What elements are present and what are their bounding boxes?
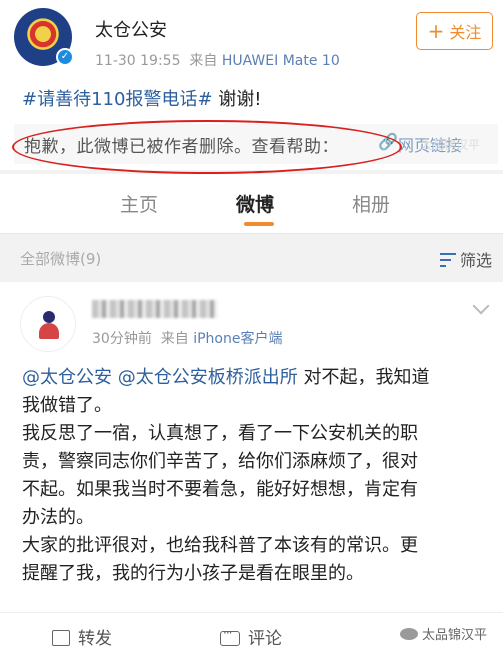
text-line: 提醒了我，我的行为小孩子是看在眼里的。 xyxy=(22,563,364,584)
original-post-card: ✓ 太仓公安 11-30 19:55 来自 HUAWEI Mate 10 + 关… xyxy=(0,0,503,174)
link-icon: 🔗 xyxy=(378,132,398,151)
user-avatar[interactable] xyxy=(20,296,76,352)
tab-home[interactable]: 主页 xyxy=(120,190,158,217)
repost-icon xyxy=(52,630,70,646)
post-time: 11-30 19:55 xyxy=(95,53,181,69)
filter-label: 筛选 xyxy=(460,251,493,270)
repost-button[interactable]: 转发 xyxy=(52,624,112,649)
all-weibo-count: 全部微博(9) xyxy=(20,250,102,268)
chevron-down-icon[interactable] xyxy=(472,297,490,315)
deleted-notice: 抱歉，此微博已被作者删除。查看帮助： xyxy=(24,137,339,157)
plus-icon: + xyxy=(427,19,445,43)
watermark-bottom: 太品锦汉平 xyxy=(400,624,487,643)
comment-icon xyxy=(220,626,240,646)
text-line: 不起。如果我当时不要着急，能好好想想，肯定有 xyxy=(22,479,418,500)
profile-tabs: 主页 微博 相册 xyxy=(0,174,503,234)
action-bar: 转发 评论 太品锦汉平 xyxy=(0,612,503,658)
watermark-top: 太品锦汉平 xyxy=(420,138,481,152)
active-tab-indicator xyxy=(244,222,274,226)
source-prefix: 来自 xyxy=(189,53,218,69)
text-line: 办法的。 xyxy=(22,507,94,528)
filter-icon xyxy=(440,253,456,267)
tab-album[interactable]: 相册 xyxy=(352,190,390,217)
apology-post-card: 30分钟前 来自 iPhone客户端 @太仓公安 @太仓公安板桥派出所 对不起，… xyxy=(0,282,503,658)
repost-label: 转发 xyxy=(78,629,112,649)
comment-button[interactable]: 评论 xyxy=(220,624,282,649)
follow-button[interactable]: + 关注 xyxy=(416,12,493,50)
tab-weibo[interactable]: 微博 xyxy=(236,190,274,217)
follow-label: 关注 xyxy=(449,23,482,42)
avatar-body-shape xyxy=(39,323,59,339)
repost-source-prefix: 来自 xyxy=(160,331,189,347)
mention-link[interactable]: @太仓公安 xyxy=(22,367,112,388)
repost-device: iPhone客户端 xyxy=(193,331,283,347)
repost-text: @太仓公安 @太仓公安板桥派出所 对不起，我知道 我做错了。 我反思了一宿，认真… xyxy=(22,364,492,588)
text-line: @太仓公安 @太仓公安板桥派出所 对不起，我知道 xyxy=(22,364,492,392)
blurred-username[interactable] xyxy=(92,300,217,318)
text-segment: 对不起，我知道 xyxy=(297,367,430,388)
text-line: 我反思了一宿，认真想了，看了一下公安机关的职 xyxy=(22,423,418,444)
filter-button[interactable]: 筛选 xyxy=(440,247,492,271)
text-line: 我做错了。 xyxy=(22,395,112,416)
comment-label: 评论 xyxy=(248,629,282,649)
post-body: 谢谢! xyxy=(212,89,262,110)
post-text: #请善待110报警电话# 谢谢! xyxy=(22,85,261,111)
hashtag-link[interactable]: #请善待110报警电话# xyxy=(22,89,213,110)
wechat-logo-icon xyxy=(400,628,418,640)
avatar-head-shape xyxy=(43,311,55,323)
post-meta: 11-30 19:55 来自 HUAWEI Mate 10 xyxy=(95,50,340,70)
text-line: 责，警察同志你们辛苦了，给你们添麻烦了，很对 xyxy=(22,451,418,472)
filter-bar: 全部微博(9) 筛选 xyxy=(0,236,503,280)
verified-badge-icon: ✓ xyxy=(56,48,74,66)
repost-time: 30分钟前 xyxy=(92,331,152,347)
text-line: 大家的批评很对，也给我科普了本该有的常识。更 xyxy=(22,535,418,556)
repost-meta: 30分钟前 来自 iPhone客户端 xyxy=(92,328,282,348)
post-device: HUAWEI Mate 10 xyxy=(221,53,340,69)
watermark-text: 太品锦汉平 xyxy=(422,628,488,643)
author-name[interactable]: 太仓公安 xyxy=(95,16,167,42)
mention-link[interactable]: @太仓公安板桥派出所 xyxy=(118,367,298,388)
